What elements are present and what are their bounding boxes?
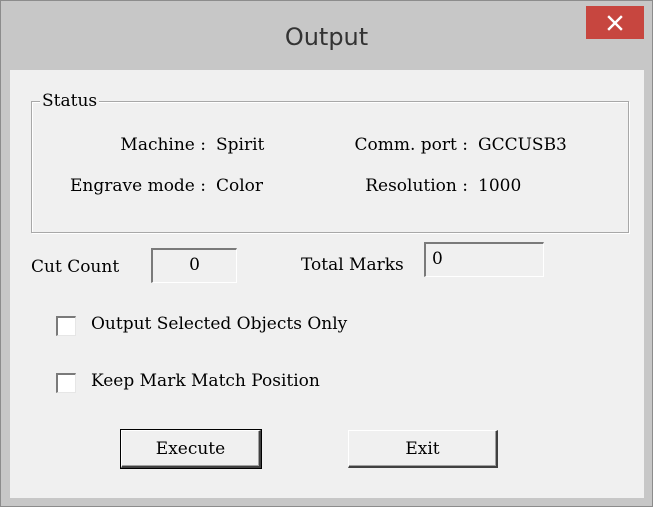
resolution-value: 1000 [478, 176, 522, 196]
execute-button[interactable]: Execute [120, 429, 262, 469]
machine-value: Spirit [216, 135, 265, 155]
cut-count-field: 0 [151, 248, 237, 283]
total-marks-label: Total Marks [301, 255, 404, 275]
resolution-label: Resolution : [365, 176, 468, 196]
comm-port-value: GCCUSB3 [478, 135, 567, 155]
title-bar[interactable]: Output [1, 1, 652, 65]
output-dialog: Output Status Machine : Spirit Comm. por… [0, 0, 653, 507]
close-button[interactable] [586, 6, 644, 39]
total-marks-field[interactable]: 0 [424, 242, 544, 277]
machine-label: Machine : [120, 135, 206, 155]
engrave-mode-value: Color [216, 176, 264, 196]
status-group: Status Machine : Spirit Comm. port : GCC… [31, 91, 629, 233]
keep-mark-label[interactable]: Keep Mark Match Position [91, 371, 320, 391]
cut-count-label: Cut Count [31, 257, 120, 277]
close-icon [607, 14, 623, 31]
output-selected-label[interactable]: Output Selected Objects Only [91, 314, 347, 334]
output-selected-checkbox[interactable] [56, 316, 76, 336]
status-group-legend: Status [40, 91, 100, 111]
keep-mark-checkbox[interactable] [56, 373, 76, 393]
engrave-mode-label: Engrave mode : [70, 176, 206, 196]
comm-port-label: Comm. port : [354, 135, 469, 155]
exit-button[interactable]: Exit [348, 430, 498, 468]
window-title: Output [284, 23, 369, 51]
dialog-client-area: Status Machine : Spirit Comm. port : GCC… [10, 70, 644, 498]
